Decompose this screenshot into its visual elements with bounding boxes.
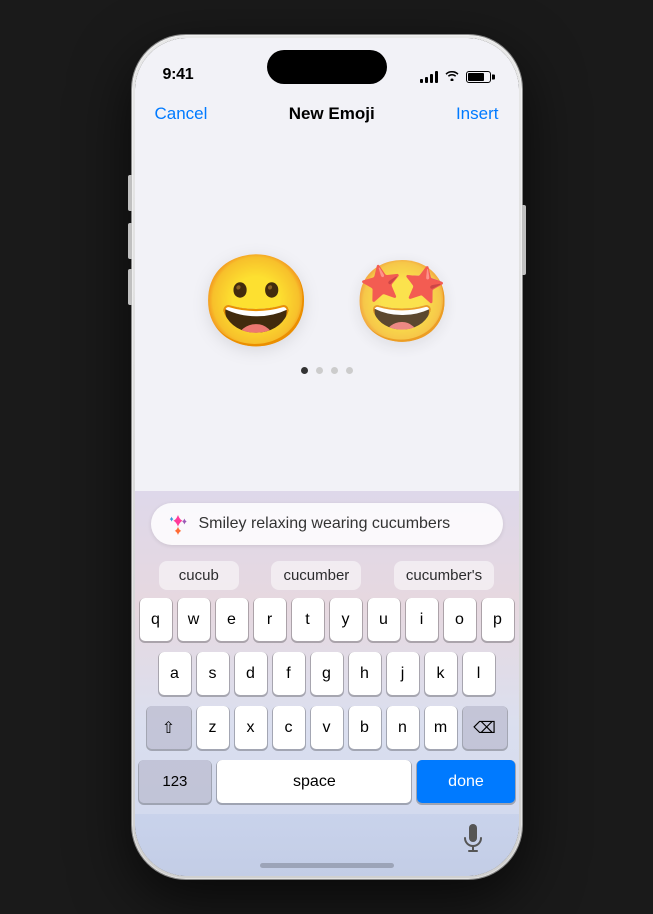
key-r[interactable]: r [254,598,286,641]
autocomplete-row: cucub cucumber cucumber's [135,557,519,598]
key-row-3: ⇧ z x c v b n m ⌫ [139,706,515,749]
key-q[interactable]: q [140,598,172,641]
cancel-button[interactable]: Cancel [155,104,208,124]
dot-4 [346,367,353,374]
done-key[interactable]: done [417,760,514,803]
home-indicator [260,863,394,868]
key-h[interactable]: h [349,652,381,695]
backspace-key[interactable]: ⌫ [463,706,507,749]
ai-sparkle-icon [167,513,189,535]
keyboard-rows: q w e r t y u i o p a s [135,598,519,803]
status-icons [420,69,491,84]
key-n[interactable]: n [387,706,419,749]
key-w[interactable]: w [178,598,210,641]
search-bar[interactable]: Smiley relaxing wearing cucumbers [151,503,503,545]
key-c[interactable]: c [273,706,305,749]
key-o[interactable]: o [444,598,476,641]
dot-3 [331,367,338,374]
key-row-4: 123 space done [139,760,515,803]
nav-title: New Emoji [289,104,375,124]
key-l[interactable]: l [463,652,495,695]
key-b[interactable]: b [349,706,381,749]
emoji-area: 😀 🤩 [135,140,519,491]
shift-key[interactable]: ⇧ [147,706,191,749]
key-f[interactable]: f [273,652,305,695]
key-p[interactable]: p [482,598,514,641]
key-j[interactable]: j [387,652,419,695]
key-i[interactable]: i [406,598,438,641]
key-a[interactable]: a [159,652,191,695]
dynamic-island [267,50,387,84]
status-time: 9:41 [163,66,194,84]
dot-1 [301,367,308,374]
numbers-key[interactable]: 123 [139,760,212,803]
key-m[interactable]: m [425,706,457,749]
phone-frame: 9:41 [132,35,522,879]
key-s[interactable]: s [197,652,229,695]
key-z[interactable]: z [197,706,229,749]
key-row-1: q w e r t y u i o p [139,598,515,641]
primary-emoji[interactable]: 😀 [201,257,313,347]
secondary-emoji[interactable]: 🤩 [353,262,453,342]
key-u[interactable]: u [368,598,400,641]
battery-icon [466,71,491,83]
key-e[interactable]: e [216,598,248,641]
emoji-grid: 😀 🤩 [201,257,453,347]
key-k[interactable]: k [425,652,457,695]
key-y[interactable]: y [330,598,362,641]
dot-2 [316,367,323,374]
key-d[interactable]: d [235,652,267,695]
autocomplete-item-3[interactable]: cucumber's [394,561,494,590]
key-t[interactable]: t [292,598,324,641]
status-bar: 9:41 [135,38,519,92]
nav-bar: Cancel New Emoji Insert [135,92,519,140]
signal-icon [420,71,438,83]
key-g[interactable]: g [311,652,343,695]
keyboard-area: Smiley relaxing wearing cucumbers cucub … [135,491,519,876]
key-v[interactable]: v [311,706,343,749]
insert-button[interactable]: Insert [456,104,499,124]
search-input-text[interactable]: Smiley relaxing wearing cucumbers [199,515,487,533]
key-row-2: a s d f g h j k l [139,652,515,695]
autocomplete-item-2[interactable]: cucumber [271,561,361,590]
mic-button[interactable] [457,823,489,855]
space-key[interactable]: space [217,760,411,803]
autocomplete-item-1[interactable]: cucub [159,561,239,590]
key-x[interactable]: x [235,706,267,749]
wifi-icon [444,69,460,84]
search-bar-container: Smiley relaxing wearing cucumbers [135,503,519,557]
page-dots [301,367,353,374]
